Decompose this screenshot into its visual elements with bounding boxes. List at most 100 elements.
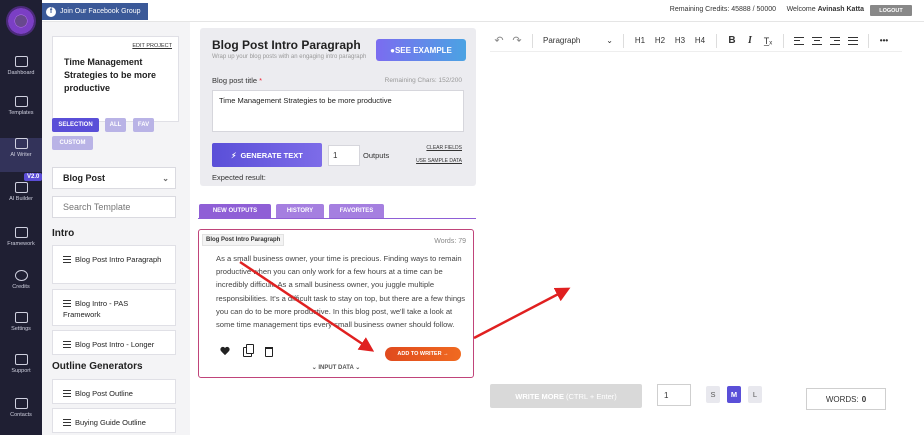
toolbar-divider (532, 33, 533, 48)
heading-2-button[interactable]: H2 (650, 32, 670, 50)
paragraph-style-select[interactable]: Paragraph ⌄ (539, 32, 617, 50)
clear-fields-link[interactable]: CLEAR FIELDS (426, 145, 462, 151)
form-subtitle: Wrap up your blog posts with an engaging… (212, 54, 367, 60)
add-to-writer-button[interactable]: ADD TO WRITER → (385, 347, 461, 361)
write-more-label: WRITE MORE (515, 391, 564, 401)
heading-1-button[interactable]: H1 (630, 32, 650, 50)
bold-button[interactable]: B (723, 32, 741, 50)
nav-item-framework[interactable]: Framework (0, 227, 42, 261)
tools-icon (14, 312, 28, 323)
category-value: Blog Post (63, 173, 105, 183)
filter-fav[interactable]: FAV (133, 118, 154, 132)
list-icon (63, 390, 71, 397)
form-title: Blog Post Intro Paragraph (212, 38, 361, 52)
blog-title-label: Blog post title * (212, 76, 262, 85)
required-mark: * (259, 76, 263, 85)
copy-icon[interactable] (243, 344, 254, 357)
input-data-toggle[interactable]: ⌄ INPUT DATA ⌄ (199, 364, 473, 371)
size-small-button[interactable]: S (706, 386, 720, 403)
blocks-icon (14, 182, 28, 193)
write-more-button[interactable]: WRITE MORE (CTRL + Enter) (490, 384, 642, 408)
size-medium-button[interactable]: M (727, 386, 741, 403)
output-actions (220, 344, 273, 357)
generate-text-button[interactable]: ⚡︎ GENERATE TEXT (212, 143, 322, 167)
bolt-icon: ⚡︎ (231, 150, 237, 160)
filter-all[interactable]: ALL (105, 118, 126, 132)
nav-item-ai-writer[interactable]: AI Writer (0, 138, 42, 172)
template-label: Blog Post Outline (75, 389, 133, 398)
clear-format-icon[interactable]: T̲ₓ (759, 32, 777, 50)
tab-history[interactable]: HISTORY (276, 204, 324, 218)
filter-selection[interactable]: SELECTION (52, 118, 99, 132)
template-label: Blog Post Intro - Longer (75, 340, 155, 349)
template-item[interactable]: Blog Post Intro - Longer (52, 330, 176, 355)
outputs-count-input[interactable]: 1 (328, 145, 360, 166)
nav-item-dashboard[interactable]: Dashboard (0, 56, 42, 90)
nav-item-templates[interactable]: Templates (0, 96, 42, 130)
tab-favorites[interactable]: FAVORITES (329, 204, 384, 218)
size-large-button[interactable]: L (748, 386, 762, 403)
filter-custom[interactable]: CUSTOM (52, 136, 93, 150)
align-center-icon[interactable] (808, 32, 826, 50)
nav-label: AI Writer (10, 152, 32, 158)
nav-label: Credits (12, 284, 30, 290)
tab-underline (198, 218, 476, 219)
pen-icon (14, 138, 28, 149)
outputs-label: Outputs (363, 151, 390, 160)
heart-icon[interactable] (220, 347, 230, 356)
output-word-count: Words: 79 (434, 238, 466, 245)
output-text[interactable]: As a small business owner, your time is … (216, 252, 466, 331)
heading-3-button[interactable]: H3 (670, 32, 690, 50)
template-item[interactable]: Buying Guide Outline (52, 408, 176, 433)
version-badge: V2.0 (24, 173, 43, 181)
nav-item-ai-builder[interactable]: AI Builder (0, 182, 42, 216)
nav-item-contacts[interactable]: Contacts (0, 398, 42, 432)
align-right-icon[interactable] (826, 32, 844, 50)
logout-button[interactable]: LOGOUT (870, 5, 912, 16)
use-sample-data-link[interactable]: USE SAMPLE DATA (416, 158, 462, 164)
nav-label: Settings (11, 326, 31, 332)
nav-label: Templates (8, 110, 34, 116)
blog-title-label-text: Blog post title (212, 76, 258, 85)
mail-icon (14, 398, 28, 409)
hierarchy-icon (14, 227, 28, 238)
italic-button[interactable]: I (741, 32, 759, 50)
project-card: EDIT PROJECT Time Management Strategies … (52, 36, 179, 122)
undo-icon[interactable]: ↶ (490, 32, 508, 50)
search-template-input[interactable] (52, 196, 176, 218)
write-more-count-input[interactable]: 1 (657, 384, 691, 406)
facebook-group-button[interactable]: f Join Our Facebook Group (42, 3, 148, 20)
toolbar-divider (623, 33, 624, 48)
template-item[interactable]: Blog Post Outline (52, 379, 176, 404)
trash-icon[interactable] (265, 347, 273, 357)
expected-result-label: Expected result: (212, 173, 266, 182)
redo-icon[interactable]: ↷ (508, 32, 526, 50)
left-nav: Dashboard Templates AI Writer V2.0 AI Bu… (0, 0, 43, 435)
coin-icon (14, 270, 28, 281)
template-item[interactable]: Blog Intro - PAS Framework (52, 289, 176, 326)
heading-4-button[interactable]: H4 (690, 32, 710, 50)
facebook-label: Join Our Facebook Group (60, 8, 141, 15)
project-title: Time Management Strategies to be more pr… (64, 57, 157, 93)
edit-project-link[interactable]: EDIT PROJECT (132, 43, 172, 49)
see-example-button[interactable]: ● SEE EXAMPLE (376, 39, 466, 61)
home-icon (14, 56, 28, 67)
nav-item-support[interactable]: Support (0, 354, 42, 388)
see-example-label: SEE EXAMPLE (394, 45, 452, 55)
more-options-icon[interactable]: ••• (875, 32, 893, 50)
editor-word-count: WORDS: 0 (806, 388, 886, 410)
nav-item-settings[interactable]: Settings (0, 312, 42, 346)
align-left-icon[interactable] (790, 32, 808, 50)
category-select[interactable]: Blog Post ⌄ (52, 167, 176, 189)
write-more-shortcut: (CTRL + Enter) (565, 391, 617, 401)
nav-item-credits[interactable]: Credits (0, 270, 42, 304)
section-outline: Outline Generators (52, 361, 143, 372)
list-icon (63, 419, 71, 426)
chevron-down-icon: ⌄ (162, 174, 169, 183)
tab-new-outputs[interactable]: NEW OUTPUTS (199, 204, 271, 218)
template-item[interactable]: Blog Post Intro Paragraph (52, 245, 176, 284)
nav-label: Support (11, 368, 31, 374)
align-justify-icon[interactable] (844, 32, 862, 50)
blog-title-field[interactable]: Time Management Strategies to be more pr… (212, 90, 464, 132)
brain-logo-icon[interactable] (6, 6, 36, 36)
